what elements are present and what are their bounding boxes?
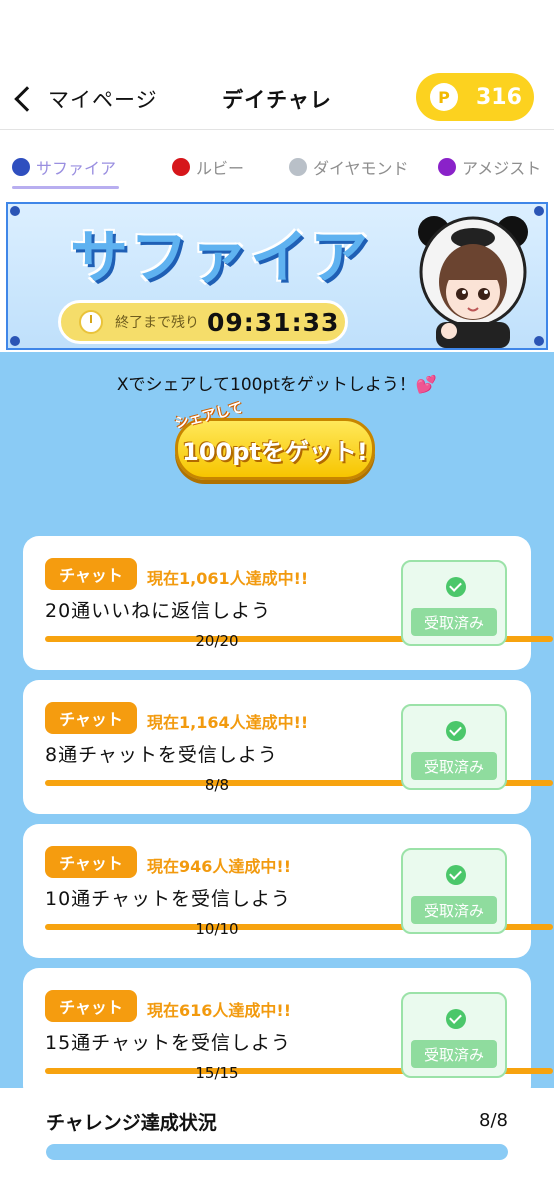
task-title: 20通いいねに返信しよう xyxy=(45,600,272,622)
status-label: チャレンジ達成状況 xyxy=(46,1112,217,1134)
challenge-card: チャット 現在946人達成中!! 10通チャットを受信しよう 10/10 受取済… xyxy=(23,824,553,958)
achievers-count: 現在1,061人達成中!! xyxy=(147,569,309,588)
tab-sapphire[interactable]: サファイア xyxy=(12,150,116,184)
status-count: 8/8 xyxy=(479,1110,508,1131)
points-value: 316 xyxy=(476,84,522,110)
category-tag: チャット xyxy=(45,702,137,734)
progress-text: 15/15 xyxy=(195,1064,239,1082)
check-circle-icon xyxy=(446,1009,466,1029)
diamond-gem-icon xyxy=(289,158,307,176)
tab-label: アメジスト xyxy=(462,159,542,178)
progress-text: 8/8 xyxy=(204,776,230,794)
rivet-icon xyxy=(534,336,544,346)
share-prompt: Xでシェアして100ptをゲットしよう！💕 xyxy=(116,375,438,395)
claimed-label: 受取済み xyxy=(411,1040,497,1068)
claimed-label: 受取済み xyxy=(411,752,497,780)
mascot-character-icon xyxy=(418,216,528,348)
tab-label: ダイヤモンド xyxy=(313,159,409,178)
active-tab-indicator xyxy=(12,186,119,189)
challenge-status-footer: チャレンジ達成状況 8/8 xyxy=(0,1088,554,1200)
clock-icon xyxy=(79,310,103,334)
share-on-x-button[interactable]: シェアして 100ptをゲット! xyxy=(173,400,375,480)
challenge-card: チャット 現在1,164人達成中!! 8通チャットを受信しよう 8/8 受取済み xyxy=(23,680,553,814)
task-title: 10通チャットを受信しよう xyxy=(45,888,291,910)
achievers-count: 現在946人達成中!! xyxy=(147,857,291,876)
challenge-banner: サファイア 終了まで残り 09:31:33 xyxy=(6,202,548,350)
overall-progress-fill xyxy=(46,1144,508,1160)
tab-label: ルビー xyxy=(196,159,245,178)
challenge-card: チャット 現在616人達成中!! 15通チャットを受信しよう 15/15 受取済… xyxy=(23,968,553,1102)
rivet-icon xyxy=(10,336,20,346)
challenge-list-area: Xでシェアして100ptをゲットしよう！💕 シェアして 100ptをゲット! チ… xyxy=(0,352,554,1102)
points-badge[interactable]: P 316 xyxy=(416,73,534,121)
claimed-label: 受取済み xyxy=(411,608,497,636)
rivet-icon xyxy=(10,206,20,216)
category-tag: チャット xyxy=(45,990,137,1022)
reward-claimed-button[interactable]: 受取済み xyxy=(401,560,507,646)
task-title: 8通チャットを受信しよう xyxy=(45,744,278,766)
share-button-label: 100ptをゲット! xyxy=(182,437,368,466)
banner-title: サファイア xyxy=(70,223,371,291)
ruby-gem-icon xyxy=(172,158,190,176)
timer-value: 09:31:33 xyxy=(207,307,340,337)
category-tag: チャット xyxy=(45,558,137,590)
progress-text: 10/10 xyxy=(195,920,239,938)
gem-tabs: サファイア ルビー ダイヤモンド アメジスト xyxy=(0,150,554,190)
overall-progress-track xyxy=(46,1144,508,1160)
amethyst-gem-icon xyxy=(438,158,456,176)
reward-claimed-button[interactable]: 受取済み xyxy=(401,848,507,934)
tab-diamond[interactable]: ダイヤモンド xyxy=(289,150,409,184)
sapphire-gem-icon xyxy=(12,158,30,176)
timer-label: 終了まで残り xyxy=(115,315,199,331)
check-circle-icon xyxy=(446,865,466,885)
task-title: 15通チャットを受信しよう xyxy=(45,1032,291,1054)
reward-claimed-button[interactable]: 受取済み xyxy=(401,992,507,1078)
rivet-icon xyxy=(534,206,544,216)
share-button-caption: シェアして xyxy=(173,399,245,433)
check-circle-icon xyxy=(446,721,466,741)
tab-label: サファイア xyxy=(36,159,117,178)
tab-amethyst[interactable]: アメジスト xyxy=(438,150,541,184)
coin-icon: P xyxy=(430,83,458,111)
achievers-count: 現在616人達成中!! xyxy=(147,1001,291,1020)
check-circle-icon xyxy=(446,577,466,597)
app-header: マイページ デイチャレ P 316 xyxy=(0,68,554,130)
countdown-timer: 終了まで残り 09:31:33 xyxy=(58,300,348,344)
reward-claimed-button[interactable]: 受取済み xyxy=(401,704,507,790)
achievers-count: 現在1,164人達成中!! xyxy=(147,713,309,732)
progress-text: 20/20 xyxy=(195,632,239,650)
tab-ruby[interactable]: ルビー xyxy=(172,150,244,184)
claimed-label: 受取済み xyxy=(411,896,497,924)
category-tag: チャット xyxy=(45,846,137,878)
challenge-card: チャット 現在1,061人達成中!! 20通いいねに返信しよう 20/20 受取… xyxy=(23,536,553,670)
